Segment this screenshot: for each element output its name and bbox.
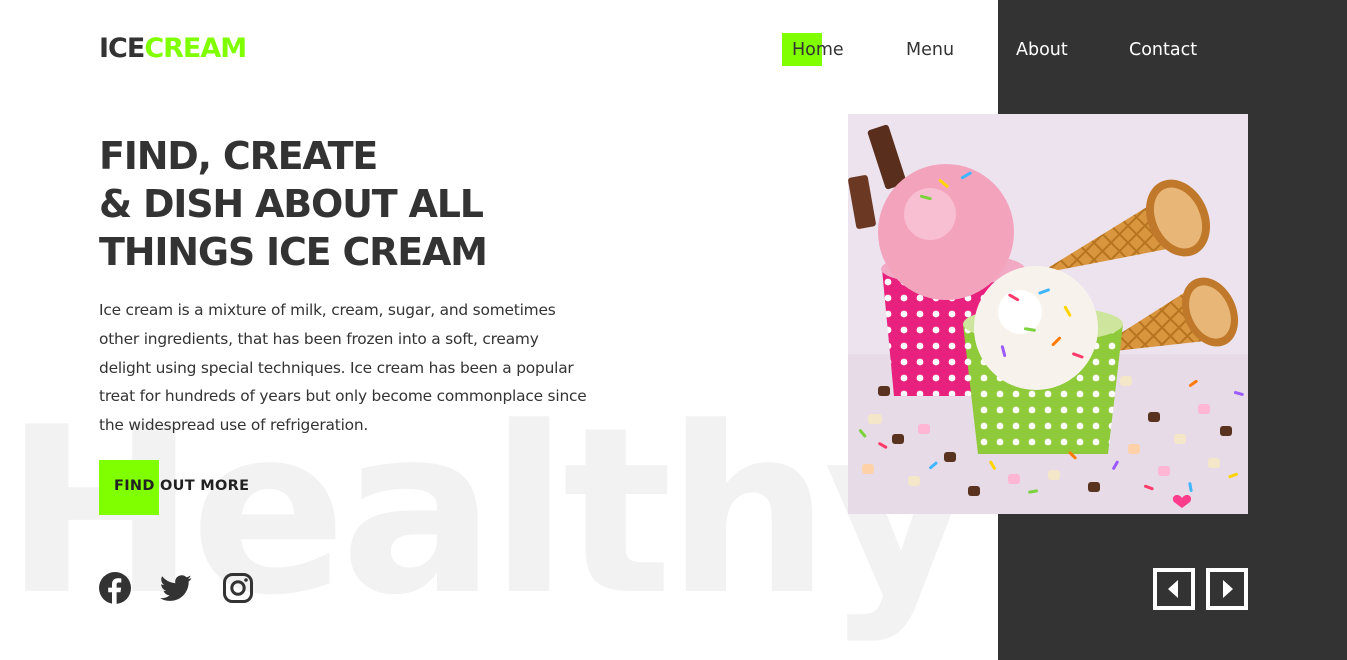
headline-line-1: FIND, CREATE <box>99 134 378 178</box>
carousel-prev-button[interactable] <box>1153 568 1195 610</box>
facebook-icon[interactable] <box>99 572 131 604</box>
main-nav: Home Menu About Contact <box>0 38 1347 62</box>
hero-description: Ice cream is a mixture of milk, cream, s… <box>99 301 587 435</box>
ice-cream-hero-image <box>848 114 1248 514</box>
carousel-next-button[interactable] <box>1206 568 1248 610</box>
instagram-icon[interactable] <box>222 572 254 604</box>
find-out-more-button[interactable]: FIND OUT MORE <box>114 478 249 494</box>
nav-link-home[interactable]: Home <box>792 38 844 62</box>
arrow-left-icon <box>1168 580 1178 598</box>
nav-link-menu[interactable]: Menu <box>906 38 954 62</box>
nav-link-contact[interactable]: Contact <box>1129 38 1197 62</box>
headline-line-3: THINGS ICE CREAM <box>99 230 488 274</box>
nav-link-about[interactable]: About <box>1016 38 1068 62</box>
arrow-right-icon <box>1223 580 1233 598</box>
twitter-icon[interactable] <box>160 572 192 604</box>
hero-headline: FIND, CREATE & DISH ABOUT ALL THINGS ICE… <box>99 132 659 276</box>
headline-line-2: & DISH ABOUT ALL <box>99 182 484 226</box>
